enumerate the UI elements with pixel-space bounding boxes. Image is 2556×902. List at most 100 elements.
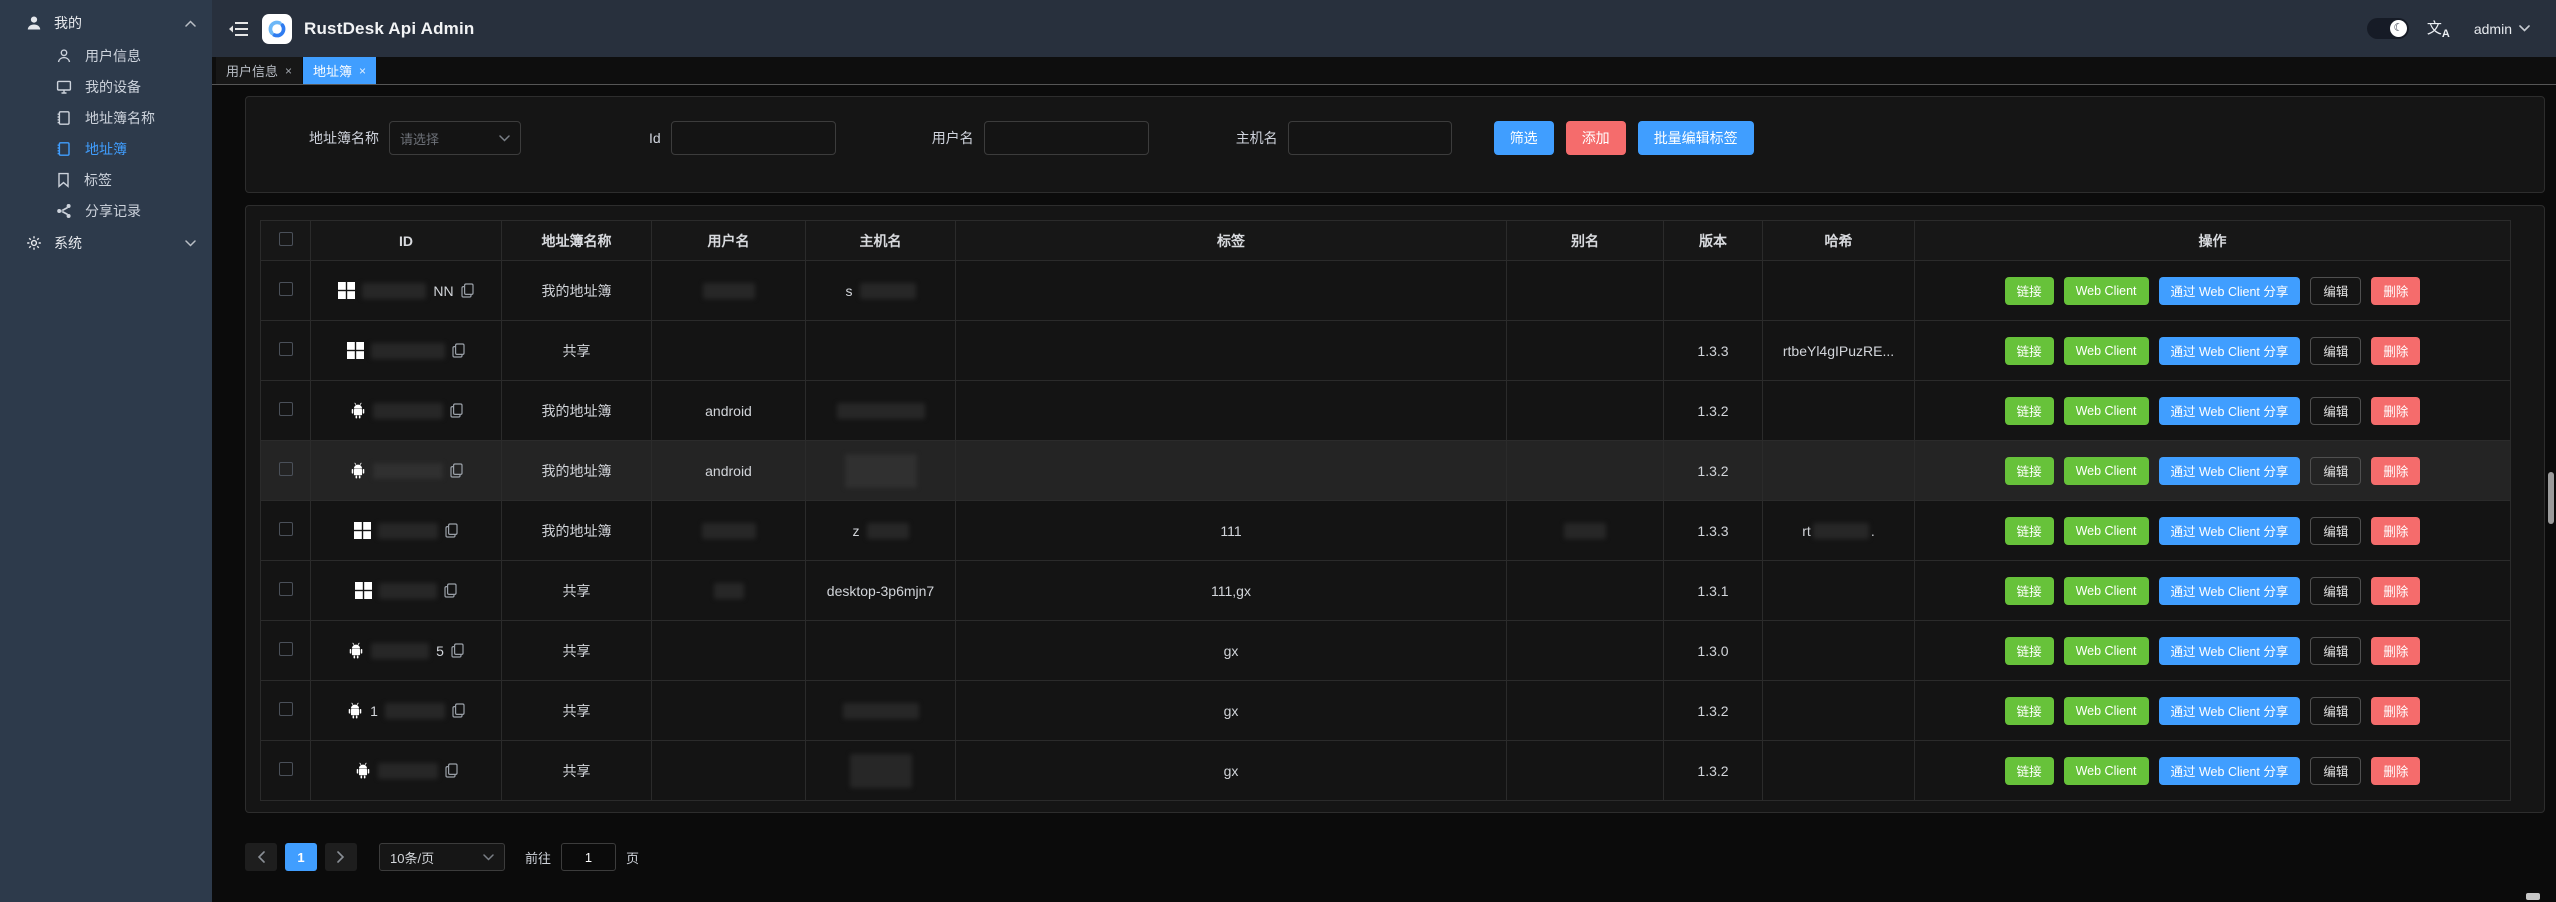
- user-menu[interactable]: admin: [2474, 21, 2530, 37]
- copy-icon[interactable]: [444, 583, 457, 598]
- row-checkbox[interactable]: [279, 522, 293, 536]
- row-actions: 链接 Web Client 通过 Web Client 分享编辑删除: [1915, 457, 2510, 485]
- web-client-button[interactable]: Web Client: [2064, 697, 2149, 725]
- row-checkbox[interactable]: [279, 462, 293, 476]
- delete-button[interactable]: 删除: [2371, 457, 2420, 485]
- copy-icon[interactable]: [461, 283, 474, 298]
- connect-button[interactable]: 链接: [2005, 517, 2054, 545]
- web-client-button[interactable]: Web Client: [2064, 757, 2149, 785]
- row-checkbox[interactable]: [279, 642, 293, 656]
- edit-button[interactable]: 编辑: [2310, 757, 2361, 785]
- row-checkbox[interactable]: [279, 402, 293, 416]
- delete-button[interactable]: 删除: [2371, 577, 2420, 605]
- theme-toggle[interactable]: ☾: [2367, 18, 2409, 39]
- row-checkbox[interactable]: [279, 342, 293, 356]
- web-client-button[interactable]: Web Client: [2064, 337, 2149, 365]
- id-input[interactable]: [671, 121, 836, 155]
- language-icon[interactable]: 文A: [2427, 17, 2450, 40]
- web-client-button[interactable]: Web Client: [2064, 517, 2149, 545]
- share-via-web-client-button[interactable]: 通过 Web Client 分享: [2159, 457, 2301, 485]
- edit-button[interactable]: 编辑: [2310, 337, 2361, 365]
- add-button[interactable]: 添加: [1566, 121, 1626, 155]
- delete-button[interactable]: 删除: [2371, 697, 2420, 725]
- goto-page-input[interactable]: [561, 843, 616, 871]
- hostname-cell: [806, 381, 956, 441]
- edit-button[interactable]: 编辑: [2310, 457, 2361, 485]
- connect-button[interactable]: 链接: [2005, 697, 2054, 725]
- share-via-web-client-button[interactable]: 通过 Web Client 分享: [2159, 757, 2301, 785]
- copy-icon[interactable]: [445, 523, 458, 538]
- vertical-scrollbar[interactable]: [2548, 472, 2554, 524]
- copy-icon[interactable]: [451, 643, 464, 658]
- edit-button[interactable]: 编辑: [2310, 397, 2361, 425]
- username-input[interactable]: [984, 121, 1149, 155]
- tab-user-info[interactable]: 用户信息×: [216, 57, 302, 84]
- share-via-web-client-button[interactable]: 通过 Web Client 分享: [2159, 697, 2301, 725]
- row-checkbox[interactable]: [279, 762, 293, 776]
- edit-button[interactable]: 编辑: [2310, 697, 2361, 725]
- chevron-down-icon: [2519, 25, 2530, 32]
- current-page-button[interactable]: 1: [285, 843, 317, 871]
- batch-edit-tags-button[interactable]: 批量编辑标签: [1638, 121, 1754, 155]
- web-client-button[interactable]: Web Client: [2064, 637, 2149, 665]
- row-checkbox[interactable]: [279, 282, 293, 296]
- copy-icon[interactable]: [452, 703, 465, 718]
- connect-button[interactable]: 链接: [2005, 757, 2054, 785]
- sidebar-item-address-book[interactable]: 地址簿: [0, 133, 212, 164]
- tab-close-icon[interactable]: ×: [285, 65, 292, 77]
- select-all-checkbox[interactable]: [279, 232, 293, 246]
- edit-button[interactable]: 编辑: [2310, 577, 2361, 605]
- select-cell: [261, 321, 311, 381]
- copy-icon[interactable]: [445, 763, 458, 778]
- sidebar-item-user-info[interactable]: 用户信息: [0, 40, 212, 71]
- delete-button[interactable]: 删除: [2371, 637, 2420, 665]
- copy-icon[interactable]: [450, 403, 463, 418]
- fold-menu-icon[interactable]: [228, 20, 248, 38]
- next-page-button[interactable]: [325, 843, 357, 871]
- page-size-select[interactable]: 10条/页: [379, 843, 505, 871]
- filter-button[interactable]: 筛选: [1494, 121, 1554, 155]
- connect-button[interactable]: 链接: [2005, 337, 2054, 365]
- connect-button[interactable]: 链接: [2005, 397, 2054, 425]
- copy-icon[interactable]: [452, 343, 465, 358]
- delete-button[interactable]: 删除: [2371, 757, 2420, 785]
- share-via-web-client-button[interactable]: 通过 Web Client 分享: [2159, 397, 2301, 425]
- edit-button[interactable]: 编辑: [2310, 637, 2361, 665]
- connect-button[interactable]: 链接: [2005, 637, 2054, 665]
- sidebar-item-address-book-names[interactable]: 地址簿名称: [0, 102, 212, 133]
- delete-button[interactable]: 删除: [2371, 517, 2420, 545]
- sidebar-section-system[interactable]: 系统: [0, 226, 212, 260]
- web-client-button[interactable]: Web Client: [2064, 277, 2149, 305]
- share-via-web-client-button[interactable]: 通过 Web Client 分享: [2159, 517, 2301, 545]
- address-book-name-select[interactable]: 请选择: [389, 121, 521, 155]
- delete-button[interactable]: 删除: [2371, 337, 2420, 365]
- tab-address-book[interactable]: 地址簿×: [303, 57, 376, 84]
- sidebar-item-tags[interactable]: 标签: [0, 164, 212, 195]
- tab-close-icon[interactable]: ×: [359, 65, 366, 77]
- edit-button[interactable]: 编辑: [2310, 517, 2361, 545]
- prev-page-button[interactable]: [245, 843, 277, 871]
- row-checkbox[interactable]: [279, 702, 293, 716]
- sidebar-item-share-records[interactable]: 分享记录: [0, 195, 212, 226]
- delete-button[interactable]: 删除: [2371, 397, 2420, 425]
- connect-button[interactable]: 链接: [2005, 277, 2054, 305]
- sidebar-section-mine[interactable]: 我的: [0, 6, 212, 40]
- share-via-web-client-button[interactable]: 通过 Web Client 分享: [2159, 277, 2301, 305]
- web-client-button[interactable]: Web Client: [2064, 397, 2149, 425]
- hostname-input[interactable]: [1288, 121, 1452, 155]
- web-client-button[interactable]: Web Client: [2064, 577, 2149, 605]
- delete-button[interactable]: 删除: [2371, 277, 2420, 305]
- share-via-web-client-button[interactable]: 通过 Web Client 分享: [2159, 577, 2301, 605]
- web-client-button[interactable]: Web Client: [2064, 457, 2149, 485]
- connect-button[interactable]: 链接: [2005, 457, 2054, 485]
- share-via-web-client-button[interactable]: 通过 Web Client 分享: [2159, 337, 2301, 365]
- horizontal-scrollbar[interactable]: [2526, 893, 2540, 900]
- copy-icon[interactable]: [450, 463, 463, 478]
- row-checkbox[interactable]: [279, 582, 293, 596]
- alias-cell: [1507, 741, 1664, 801]
- share-via-web-client-button[interactable]: 通过 Web Client 分享: [2159, 637, 2301, 665]
- book-name-cell: 我的地址簿: [502, 441, 652, 501]
- connect-button[interactable]: 链接: [2005, 577, 2054, 605]
- sidebar-item-my-devices[interactable]: 我的设备: [0, 71, 212, 102]
- edit-button[interactable]: 编辑: [2310, 277, 2361, 305]
